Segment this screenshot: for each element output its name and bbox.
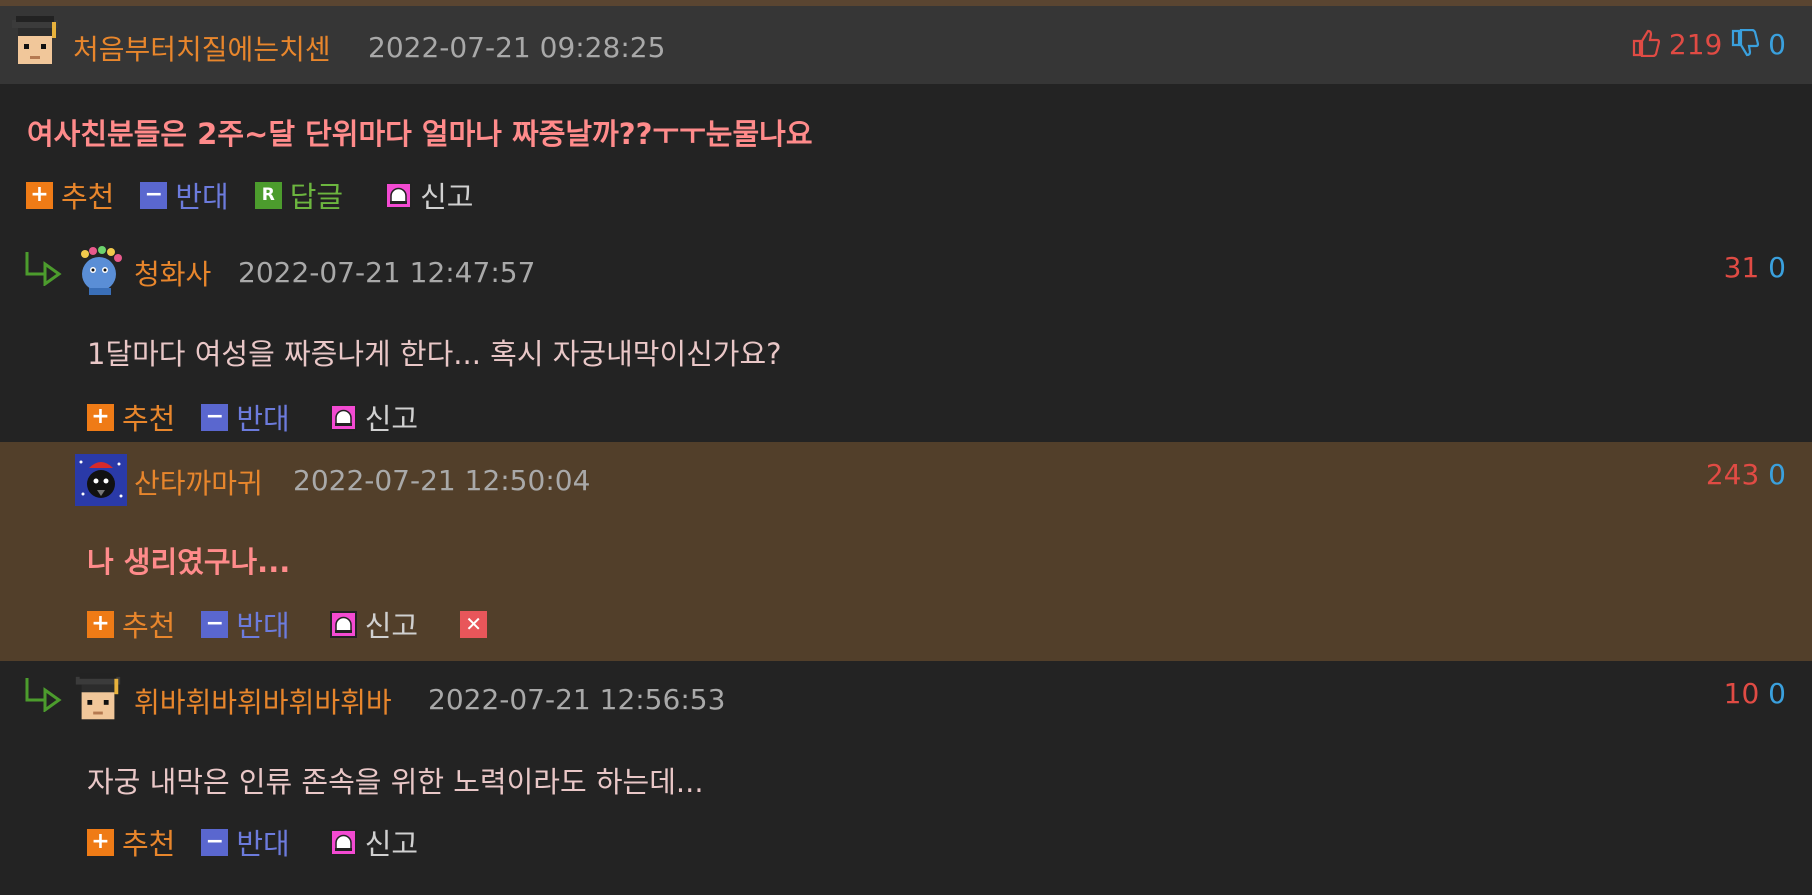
siren-icon bbox=[329, 610, 357, 638]
recommend-button[interactable]: + 추천 bbox=[26, 174, 114, 216]
santa-crow-avatar-icon[interactable] bbox=[75, 454, 127, 506]
comment-actions: + 추천 − 반대 R 답글 신고 bbox=[26, 178, 500, 214]
delete-button[interactable]: ✕ bbox=[460, 610, 495, 638]
graduate-avatar-icon[interactable] bbox=[73, 673, 123, 727]
recommend-label: 추천 bbox=[122, 827, 176, 861]
recommend-button[interactable]: + 추천 bbox=[87, 821, 175, 863]
reply-arrow-icon bbox=[24, 250, 62, 287]
reply-arrow-icon bbox=[24, 676, 62, 713]
comment-nickname[interactable]: 산타까마귀 bbox=[134, 462, 263, 502]
report-label: 신고 bbox=[364, 402, 419, 436]
minus-icon: − bbox=[201, 610, 229, 638]
comment-actions: + 추천 − 반대 신고 bbox=[87, 825, 444, 861]
downvote-count: 0 bbox=[1768, 458, 1786, 491]
upvote-count: 243 bbox=[1705, 458, 1760, 491]
recommend-label: 추천 bbox=[122, 402, 176, 436]
oppose-label: 반대 bbox=[236, 609, 290, 643]
plus-icon: + bbox=[87, 828, 114, 856]
minus-icon: − bbox=[201, 403, 229, 431]
comment-nickname[interactable]: 처음부터치질에는치센 bbox=[73, 28, 331, 68]
comment-date: 2022-07-21 12:56:53 bbox=[428, 683, 726, 716]
plus-icon: + bbox=[87, 403, 114, 431]
report-button[interactable]: 신고 bbox=[385, 174, 474, 216]
comment-actions: + 추천 − 반대 신고 ✕ bbox=[87, 607, 521, 643]
report-label: 신고 bbox=[364, 827, 419, 861]
comment-date: 2022-07-21 12:50:04 bbox=[293, 464, 591, 497]
post-header: 처음부터치질에는치센 2022-07-21 09:28:25 219 0 bbox=[0, 6, 1812, 84]
siren-icon bbox=[329, 403, 357, 431]
comment-text: 자궁 내막은 인류 존속을 위한 노력이라도 하는데... bbox=[87, 765, 704, 799]
comment-highlighted: 산타까마귀 2022-07-21 12:50:04 243 0 나 생리였구나.… bbox=[0, 442, 1812, 661]
downvote-count: 0 bbox=[1768, 251, 1786, 284]
minus-icon: − bbox=[201, 828, 229, 856]
recommend-label: 추천 bbox=[122, 609, 176, 643]
close-icon: ✕ bbox=[460, 610, 488, 638]
upvote-count: 219 bbox=[1668, 28, 1723, 61]
oppose-button[interactable]: − 반대 bbox=[201, 603, 290, 645]
comment-thread: 휘바휘바휘바휘바휘바 2022-07-21 12:56:53 10 0 자궁 내… bbox=[0, 661, 1812, 875]
reply-icon: R bbox=[254, 181, 282, 209]
comment-nickname[interactable]: 휘바휘바휘바휘바휘바 bbox=[134, 681, 392, 721]
comment-thread: 처음부터치질에는치센 2022-07-21 09:28:25 219 0 여사친… bbox=[0, 6, 1812, 442]
recommend-label: 추천 bbox=[61, 180, 115, 214]
oppose-label: 반대 bbox=[236, 827, 290, 861]
oppose-button[interactable]: − 반대 bbox=[201, 821, 290, 863]
oppose-button[interactable]: − 반대 bbox=[140, 174, 229, 216]
recommend-button[interactable]: + 추천 bbox=[87, 396, 175, 438]
plus-icon: + bbox=[87, 610, 114, 638]
report-label: 신고 bbox=[420, 180, 474, 214]
downvote-count: 0 bbox=[1768, 677, 1786, 710]
oppose-label: 반대 bbox=[175, 180, 229, 214]
thumbs-up-icon[interactable] bbox=[1632, 29, 1661, 64]
comment-actions: + 추천 − 반대 신고 bbox=[87, 400, 444, 436]
comment-text: 여사친분들은 2주~달 단위마다 얼마나 짜증날까??ㅜㅜ눈물나요 bbox=[27, 117, 813, 151]
plus-icon: + bbox=[26, 181, 53, 209]
vote-counts: 31 0 bbox=[1724, 251, 1786, 284]
upvote-count: 10 bbox=[1723, 677, 1760, 710]
oppose-label: 반대 bbox=[236, 402, 290, 436]
thumbs-down-icon[interactable] bbox=[1731, 28, 1760, 64]
vote-counts: 219 0 bbox=[1632, 28, 1786, 64]
report-button[interactable]: 신고 bbox=[329, 603, 419, 645]
report-button[interactable]: 신고 bbox=[329, 821, 419, 863]
minus-icon: − bbox=[140, 181, 168, 209]
comment-date: 2022-07-21 12:47:57 bbox=[238, 256, 536, 289]
siren-icon bbox=[385, 181, 413, 209]
downvote-count: 0 bbox=[1768, 28, 1786, 61]
blue-creature-avatar-icon[interactable] bbox=[75, 246, 125, 296]
recommend-button[interactable]: + 추천 bbox=[87, 603, 175, 645]
vote-counts: 10 0 bbox=[1724, 677, 1786, 710]
graduate-avatar-icon[interactable] bbox=[12, 16, 58, 72]
comment-nickname[interactable]: 청화사 bbox=[134, 253, 211, 293]
report-button[interactable]: 신고 bbox=[329, 396, 419, 438]
oppose-button[interactable]: − 반대 bbox=[201, 396, 290, 438]
vote-counts: 243 0 bbox=[1706, 458, 1786, 491]
reply-label: 답글 bbox=[289, 180, 344, 214]
comment-text: 1달마다 여성을 짜증나게 한다... 혹시 자궁내막이신가요? bbox=[87, 337, 782, 371]
upvote-count: 31 bbox=[1723, 251, 1760, 284]
report-label: 신고 bbox=[364, 609, 419, 643]
siren-icon bbox=[329, 828, 357, 856]
reply-button[interactable]: R 답글 bbox=[254, 174, 344, 216]
comment-text: 나 생리였구나... bbox=[87, 545, 291, 579]
comment-date: 2022-07-21 09:28:25 bbox=[368, 31, 666, 64]
